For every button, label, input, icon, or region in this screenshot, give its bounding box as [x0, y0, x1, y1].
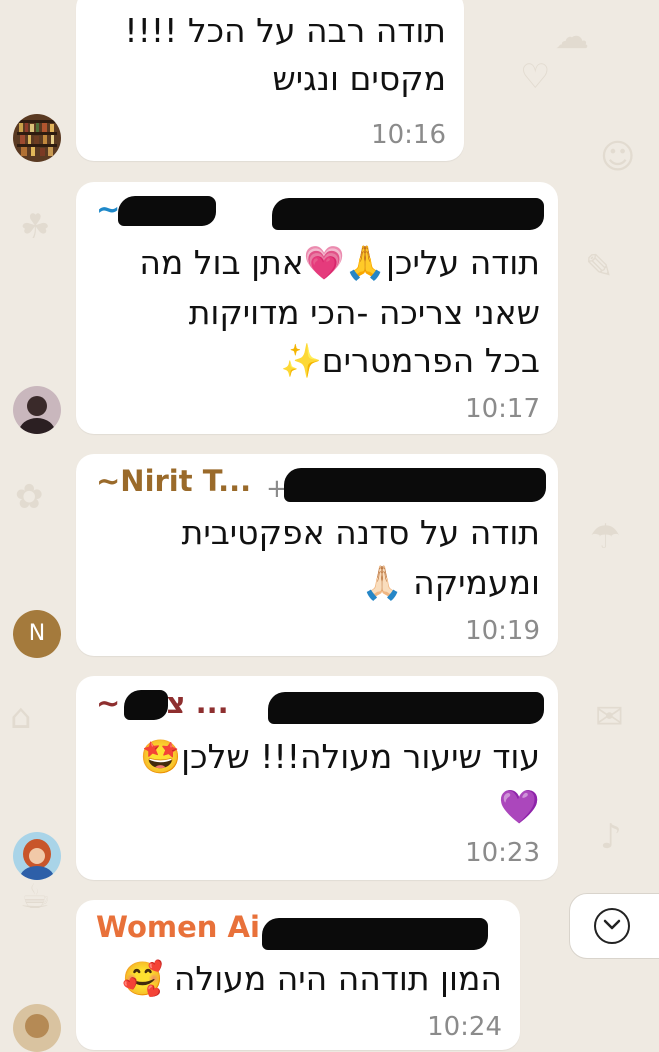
redacted-sender [118, 196, 216, 226]
message-time: 10:17 [465, 394, 540, 424]
message-text: בכל הפרמטרים✨ [280, 341, 540, 380]
message-time: 10:24 [427, 1012, 502, 1042]
message-text: שאני צריכה -הכי מדויקות [188, 293, 540, 332]
avatar[interactable]: N [13, 610, 61, 658]
sender-name[interactable]: ~Nirit T... [96, 464, 251, 498]
message-text: המון תודהה היה מעולה 🥰 [122, 959, 502, 998]
redacted-sender [124, 690, 168, 720]
message-text: ומעמיקה 🙏🏻 [361, 563, 540, 602]
avatar[interactable] [13, 386, 61, 434]
message-time: 10:19 [465, 616, 540, 646]
sender-name[interactable]: Women Ai [96, 910, 260, 944]
avatar[interactable] [13, 1004, 61, 1052]
scroll-to-bottom-button[interactable] [569, 893, 659, 959]
message-text: תודה על סדנה אפקטיבית [181, 513, 540, 552]
redacted-phone [284, 468, 546, 502]
message-time: 10:16 [371, 120, 446, 150]
message-bubble[interactable]: ~ Avi תודה עליכן🙏💗אתן בול מה שאני צריכה … [76, 182, 558, 434]
message-bubble[interactable]: Women Ai המון תודהה היה מעולה 🥰 10:24 [76, 900, 520, 1050]
message-text: עוד שיעור מעולה!!! שלכן🤩 [140, 737, 540, 776]
avatar[interactable] [13, 832, 61, 880]
message-text: 💜 [498, 787, 540, 826]
redacted-phone [268, 692, 544, 724]
chevron-down-icon [603, 919, 621, 930]
message-time: 10:23 [465, 838, 540, 868]
message-text: תודה עליכן🙏💗אתן בול מה [139, 243, 540, 282]
redacted-sender [262, 918, 488, 950]
redacted-phone [272, 198, 544, 230]
message-text: תודה רבה על הכל !!!! [124, 11, 446, 50]
avatar[interactable] [13, 114, 61, 162]
message-bubble[interactable]: תודה רבה על הכל !!!! מקסים ונגיש 10:16 [76, 0, 464, 161]
message-bubble[interactable]: ~Nirit T... + תודה על סדנה אפקטיבית ומעמ… [76, 454, 558, 656]
message-bubble[interactable]: ~ ציפי ... עוד שיעור מעולה!!! שלכן🤩 💜 10… [76, 676, 558, 880]
message-text: מקסים ונגיש [272, 59, 446, 98]
